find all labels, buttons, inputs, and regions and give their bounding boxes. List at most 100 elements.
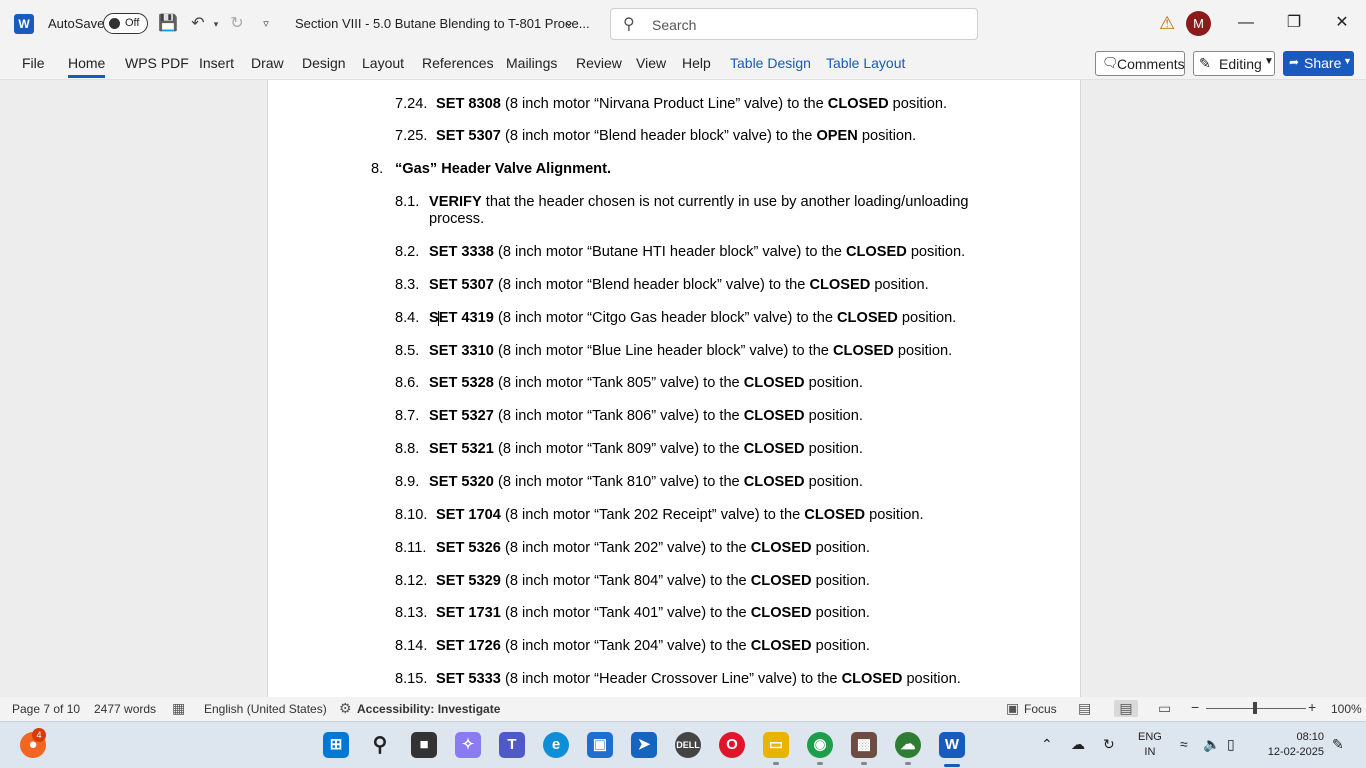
task-view-icon[interactable]: ■ [411,732,437,758]
list-item[interactable]: SET 5320 (8 inch motor “Tank 810” valve)… [429,474,863,490]
app-icon[interactable]: ☁ [895,732,921,758]
power-automate-icon[interactable]: ➤ [631,732,657,758]
read-mode-icon[interactable]: ▤ [1078,700,1091,717]
comments-button[interactable]: 🗨 Comments [1095,51,1185,76]
word-count[interactable]: 2477 words [94,702,156,716]
share-icon: ➦ [1289,55,1300,69]
close-button[interactable]: ✕ [1327,11,1357,35]
edge-icon[interactable]: e [543,732,569,758]
list-item[interactable]: SET 3310 (8 inch motor “Blue Line header… [429,343,952,359]
tab-review[interactable]: Review [576,55,622,71]
language-indicator[interactable]: English (United States) [204,702,327,716]
focus-mode-button[interactable]: Focus [1024,702,1057,716]
section-heading[interactable]: “Gas” Header Valve Alignment. [395,161,611,177]
list-item[interactable]: SET 3338 (8 inch motor “Butane HTI heade… [429,244,965,260]
proofing-icon[interactable]: ▦ [172,700,185,717]
store-icon[interactable]: ▣ [587,732,613,758]
zoom-out-icon[interactable]: − [1191,699,1199,715]
warning-icon[interactable]: ⚠ [1159,13,1175,34]
list-item[interactable]: SET 5307 (8 inch motor “Blend header blo… [429,277,929,293]
tab-layout[interactable]: Layout [362,55,404,71]
customize-toolbar-icon[interactable]: ▿ [255,13,277,35]
document-page[interactable]: 7.24. SET 8308 (8 inch motor “Nirvana Pr… [267,80,1081,697]
network-status-icon[interactable]: ☁ [1071,736,1085,753]
search-input[interactable]: ⚲ Search [610,8,978,40]
list-item[interactable]: SET 5321 (8 inch motor “Tank 809” valve)… [429,441,863,457]
tab-table-design[interactable]: Table Design [730,55,811,71]
tab-design[interactable]: Design [302,55,346,71]
chrome-icon[interactable]: ◉ [807,732,833,758]
document-title[interactable]: Section VIII - 5.0 Butane Blending to T-… [295,16,590,31]
list-item[interactable]: SET 5327 (8 inch motor “Tank 806” valve)… [429,408,863,424]
maximize-button[interactable]: ❐ [1279,11,1309,35]
dell-icon[interactable]: DELL [675,732,701,758]
list-item[interactable]: SET 5328 (8 inch motor “Tank 805” valve)… [429,375,863,391]
tab-file[interactable]: File [22,55,45,71]
accessibility-status[interactable]: Accessibility: Investigate [357,702,500,716]
file-explorer-icon[interactable]: ▭ [763,732,789,758]
tab-home[interactable]: Home [68,55,106,78]
page-count[interactable]: Page 7 of 10 [12,702,80,716]
list-item[interactable]: SET 1731 (8 inch motor “Tank 401” valve)… [436,605,870,621]
chevron-up-icon[interactable]: ⌃ [1041,736,1053,753]
sync-icon[interactable]: ↻ [1103,736,1115,753]
list-number: 8.5. [395,343,420,359]
list-item[interactable]: SET 1704 (8 inch motor “Tank 202 Receipt… [436,507,924,523]
save-icon[interactable]: 💾 [157,13,179,35]
tab-help[interactable]: Help [682,55,711,71]
avatar[interactable]: M [1186,11,1211,36]
running-indicator [861,762,867,765]
autosave-toggle[interactable]: Off [103,13,148,34]
minimize-button[interactable]: — [1231,11,1261,35]
clock[interactable]: 08:10 12-02-2025 [1258,730,1324,760]
chevron-down-icon[interactable]: ⌄ [563,13,575,30]
notification-badge: 4 [32,728,46,742]
zoom-slider-handle[interactable] [1253,702,1257,714]
tab-draw[interactable]: Draw [251,55,284,71]
share-button[interactable]: ➦ Share ▼ [1283,51,1354,76]
title-bar: W AutoSave Off 💾 ↶ ▾ ↻ ▿ Section VIII - … [0,0,1366,48]
list-item[interactable]: SET 4319 (8 inch motor “Citgo Gas header… [429,310,956,326]
print-layout-icon[interactable]: ▤ [1114,700,1138,717]
tab-view[interactable]: View [636,55,666,71]
web-layout-icon[interactable]: ▭ [1158,700,1171,717]
list-item[interactable]: SET 5333 (8 inch motor “Header Crossover… [436,671,961,687]
toggle-knob [109,18,120,29]
tab-references[interactable]: References [422,55,494,71]
teams-icon[interactable]: T [499,732,525,758]
list-item[interactable]: SET 1726 (8 inch motor “Tank 204” valve)… [436,638,870,654]
redo-icon[interactable]: ↻ [226,13,248,35]
tab-wps-pdf[interactable]: WPS PDF [125,55,189,71]
undo-dropdown-icon[interactable]: ▾ [205,13,227,35]
list-number: 8.2. [395,244,420,260]
tab-mailings[interactable]: Mailings [506,55,557,71]
zoom-in-icon[interactable]: + [1308,699,1316,715]
copilot-icon[interactable]: ✧ [455,732,481,758]
running-indicator [905,762,911,765]
taskbar: ● 4 ⊞ ⚲ ■ ✧ T e ▣ ➤ DELL O ▭ ◉ ▩ ☁ W ⌃ ☁… [0,721,1366,768]
word-taskbar-icon[interactable]: W [939,732,965,758]
app-icon[interactable]: ▩ [851,732,877,758]
volume-icon[interactable]: 🔈 [1203,736,1220,753]
autosave-label: AutoSave [48,16,105,31]
search-taskbar-icon[interactable]: ⚲ [367,732,393,758]
input-language[interactable]: ENG IN [1138,730,1162,760]
tab-table-layout[interactable]: Table Layout [826,55,905,71]
list-item[interactable]: SET 8308 (8 inch motor “Nirvana Product … [436,96,947,112]
list-item[interactable]: SET 5307 (8 inch motor “Blend header blo… [436,128,916,144]
running-indicator [773,762,779,765]
tab-insert[interactable]: Insert [199,55,234,71]
list-item[interactable]: SET 5329 (8 inch motor “Tank 804” valve)… [436,573,870,589]
document-canvas[interactable]: 7.24. SET 8308 (8 inch motor “Nirvana Pr… [0,80,1366,697]
wifi-icon[interactable]: ≈ [1180,736,1188,752]
list-item[interactable]: SET 5326 (8 inch motor “Tank 202” valve)… [436,540,870,556]
editing-mode-button[interactable]: ✎ Editing ▼ [1193,51,1275,76]
list-item[interactable]: VERIFY that the header chosen is not cur… [429,194,969,210]
notifications-icon[interactable]: ✎ [1332,736,1344,753]
zoom-level[interactable]: 100% [1331,702,1362,716]
start-icon[interactable]: ⊞ [323,732,349,758]
opera-icon[interactable]: O [719,732,745,758]
list-item-continuation[interactable]: process. [429,211,484,227]
battery-icon[interactable]: ▯ [1227,736,1235,753]
lang-primary: ENG [1138,731,1162,743]
